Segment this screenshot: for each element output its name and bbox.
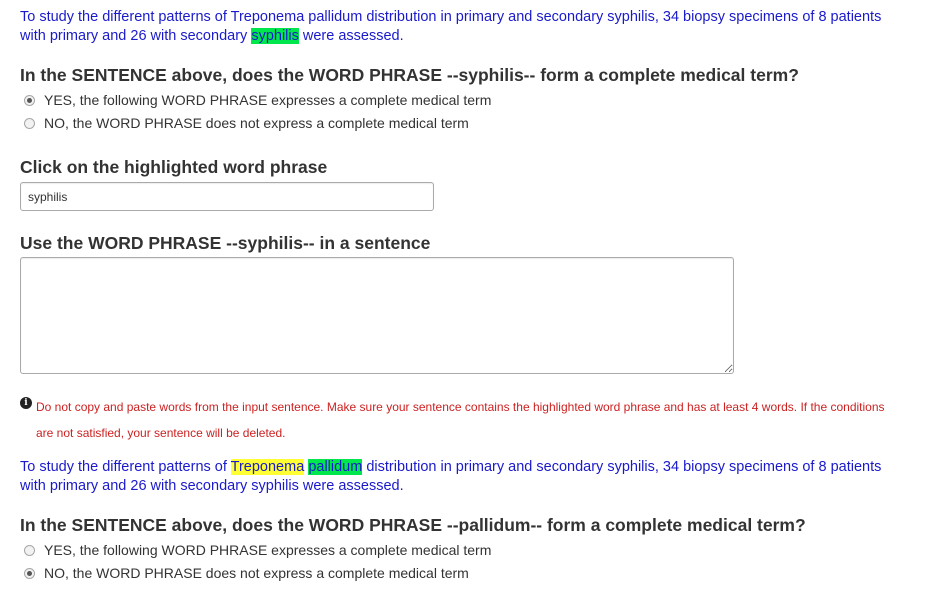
- word-phrase-input[interactable]: [20, 182, 434, 211]
- highlight-pallidum: pallidum: [308, 459, 363, 475]
- radio-yes-2[interactable]: [24, 544, 35, 556]
- option-yes-1-label: YES, the following WORD PHRASE expresses…: [44, 92, 492, 108]
- question-2: In the SENTENCE above, does the WORD PHR…: [20, 515, 806, 535]
- option-no-2[interactable]: NO, the WORD PHRASE does not express a c…: [24, 563, 469, 583]
- sentence-1-before: To study the different patterns of Trepo…: [20, 9, 882, 44]
- sentence-2: To study the different patterns of Trepo…: [20, 458, 910, 496]
- annotation-page: To study the different patterns of Trepo…: [0, 0, 939, 599]
- option-yes-2-label: YES, the following WORD PHRASE expresses…: [44, 542, 492, 558]
- option-yes-1[interactable]: YES, the following WORD PHRASE expresses…: [24, 90, 491, 110]
- sentence-2-before: To study the different patterns of: [20, 459, 231, 475]
- warning-message: i Do not copy and paste words from the i…: [20, 394, 900, 446]
- radio-yes-1[interactable]: [24, 94, 35, 106]
- option-no-2-label: NO, the WORD PHRASE does not express a c…: [44, 565, 469, 581]
- click-heading: Click on the highlighted word phrase: [20, 157, 328, 177]
- use-heading: Use the WORD PHRASE --syphilis-- in a se…: [20, 233, 431, 253]
- sentence-1: To study the different patterns of Trepo…: [20, 8, 910, 46]
- sentence-1-after: were assessed.: [298, 28, 404, 44]
- warning-text: Do not copy and paste words from the inp…: [36, 400, 885, 440]
- radio-no-1[interactable]: [24, 117, 35, 129]
- option-yes-2[interactable]: YES, the following WORD PHRASE expresses…: [24, 540, 491, 560]
- option-no-1[interactable]: NO, the WORD PHRASE does not express a c…: [24, 113, 469, 133]
- question-1: In the SENTENCE above, does the WORD PHR…: [20, 65, 799, 85]
- highlight-treponema: Treponema: [230, 459, 305, 475]
- highlight-syphilis: syphilis: [251, 28, 299, 44]
- sentence-textarea[interactable]: [20, 257, 734, 374]
- radio-no-2[interactable]: [24, 567, 35, 579]
- info-icon: i: [20, 397, 32, 409]
- option-no-1-label: NO, the WORD PHRASE does not express a c…: [44, 115, 469, 131]
